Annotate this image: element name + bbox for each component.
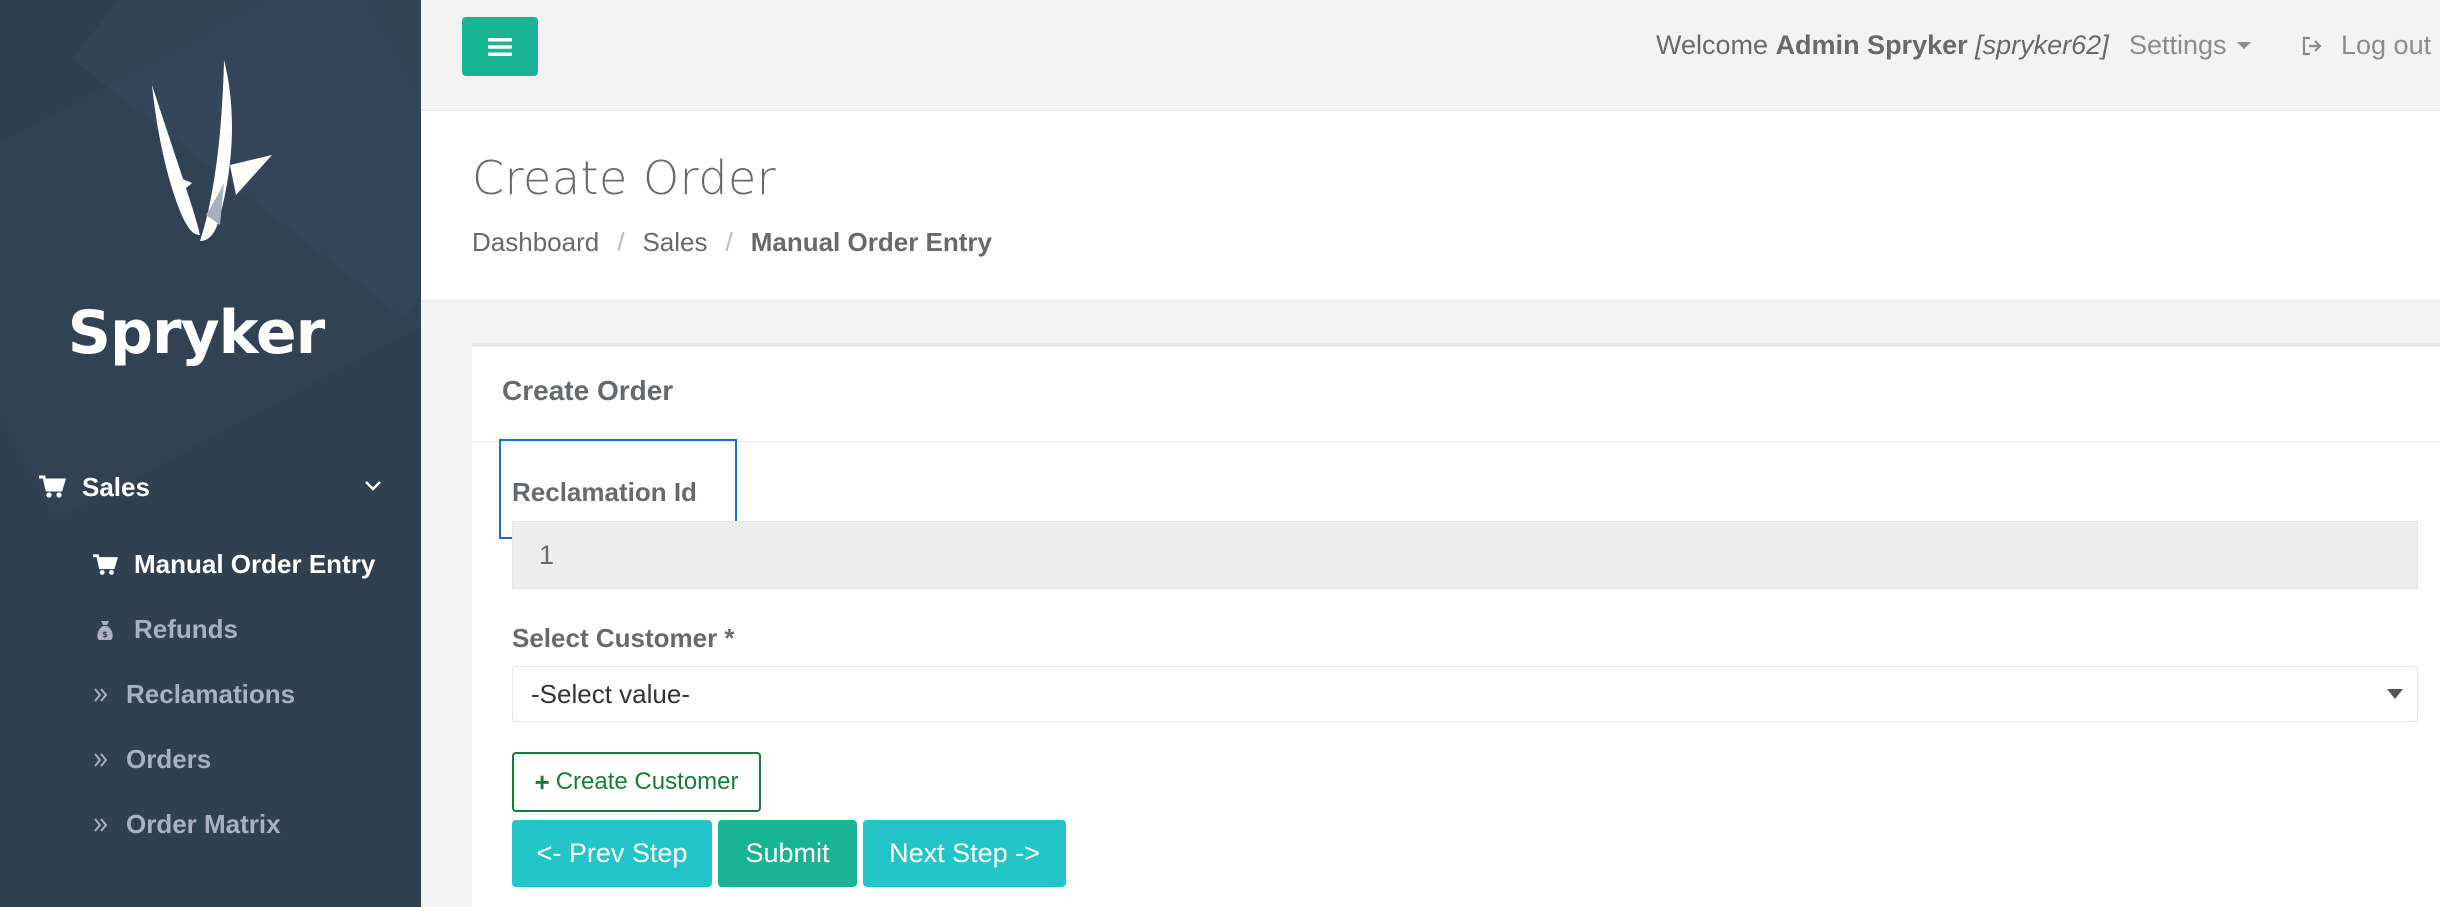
hamburger-icon xyxy=(488,37,512,56)
cart-icon xyxy=(39,475,66,498)
sidebar-item-sales[interactable]: Sales xyxy=(0,452,421,522)
breadcrumb-dashboard[interactable]: Dashboard xyxy=(472,227,599,258)
breadcrumb-separator: / xyxy=(725,227,733,257)
reclamation-id-value: 1 xyxy=(539,539,555,570)
user-name: Admin Spryker xyxy=(1775,30,1968,60)
sidebar-item-label: Manual Order Entry xyxy=(134,549,376,579)
settings-dropdown[interactable]: Settings xyxy=(2129,30,2251,61)
sidebar-item-label: Sales xyxy=(82,471,150,502)
sidebar-item-reclamations[interactable]: Reclamations xyxy=(0,662,421,727)
panel-title: Create Order xyxy=(502,375,674,406)
double-chevron-icon xyxy=(94,752,108,767)
select-customer-value: -Select value- xyxy=(531,678,690,709)
sales-submenu: Manual Order Entry $ Refunds Reclamation… xyxy=(0,522,421,857)
sidebar-nav: Sales Manual Order Entry $ Refunds Recla… xyxy=(0,452,421,857)
double-chevron-icon xyxy=(94,687,108,702)
logo[interactable]: Spryker xyxy=(0,0,421,436)
select-customer-dropdown[interactable]: -Select value- xyxy=(512,666,2418,722)
logout-link[interactable]: Log out xyxy=(2301,30,2431,61)
prev-step-button[interactable]: <- Prev Step xyxy=(512,820,712,887)
sidebar-item-refunds[interactable]: $ Refunds xyxy=(0,597,421,662)
select-customer-label: Select Customer * xyxy=(512,623,735,653)
breadcrumb-sales[interactable]: Sales xyxy=(642,227,707,258)
sign-out-icon xyxy=(2302,36,2322,55)
breadcrumb: Dashboard / Sales / Manual Order Entry xyxy=(472,227,992,258)
welcome-message: Welcome Admin Spryker [spryker62] xyxy=(1656,30,2109,61)
money-bag-icon: $ xyxy=(97,620,113,640)
double-chevron-icon xyxy=(94,817,108,832)
caret-down-icon xyxy=(2236,42,2251,49)
spryker-logo-icon xyxy=(152,60,272,241)
panel-divider xyxy=(472,441,2440,442)
page-title: Create Order xyxy=(472,151,777,205)
logo-text: Spryker xyxy=(67,298,325,368)
create-customer-button[interactable]: + Create Customer xyxy=(512,752,761,812)
sidebar-item-order-matrix[interactable]: Order Matrix xyxy=(0,792,421,857)
sidebar-item-label: Order Matrix xyxy=(126,809,281,839)
welcome-prefix: Welcome xyxy=(1656,30,1769,60)
settings-label: Settings xyxy=(2129,30,2227,60)
sidebar: Spryker Sales Manual Order Entry $ Refun… xyxy=(0,0,421,907)
reclamation-id-label: Reclamation Id xyxy=(512,477,697,507)
user-login: [spryker62] xyxy=(1975,30,2109,60)
chevron-down-icon xyxy=(365,481,381,491)
svg-text:$: $ xyxy=(102,630,108,639)
top-navbar: Welcome Admin Spryker [spryker62] Settin… xyxy=(421,0,2440,111)
plus-icon: + xyxy=(534,766,550,797)
sidebar-item-orders[interactable]: Orders xyxy=(0,727,421,792)
menu-toggle-button[interactable] xyxy=(462,17,538,76)
sidebar-item-manual-order-entry[interactable]: Manual Order Entry xyxy=(0,532,421,597)
breadcrumb-current: Manual Order Entry xyxy=(750,227,992,257)
next-step-button[interactable]: Next Step -> xyxy=(863,820,1066,887)
create-order-panel: Create Order Reclamation Id 1 Select Cus… xyxy=(472,343,2440,907)
reclamation-id-input[interactable]: 1 xyxy=(512,521,2418,589)
sidebar-item-label: Reclamations xyxy=(126,679,296,709)
breadcrumb-separator: / xyxy=(617,227,625,257)
create-customer-label: Create Customer xyxy=(555,768,739,795)
cart-icon xyxy=(93,553,118,575)
dropdown-arrow-icon xyxy=(2387,689,2403,699)
page-heading: Create Order Dashboard / Sales / Manual … xyxy=(421,111,2440,301)
sidebar-item-label: Orders xyxy=(126,744,212,774)
logout-label: Log out xyxy=(2341,30,2432,60)
sidebar-item-label: Refunds xyxy=(134,614,238,644)
submit-button[interactable]: Submit xyxy=(718,820,857,887)
